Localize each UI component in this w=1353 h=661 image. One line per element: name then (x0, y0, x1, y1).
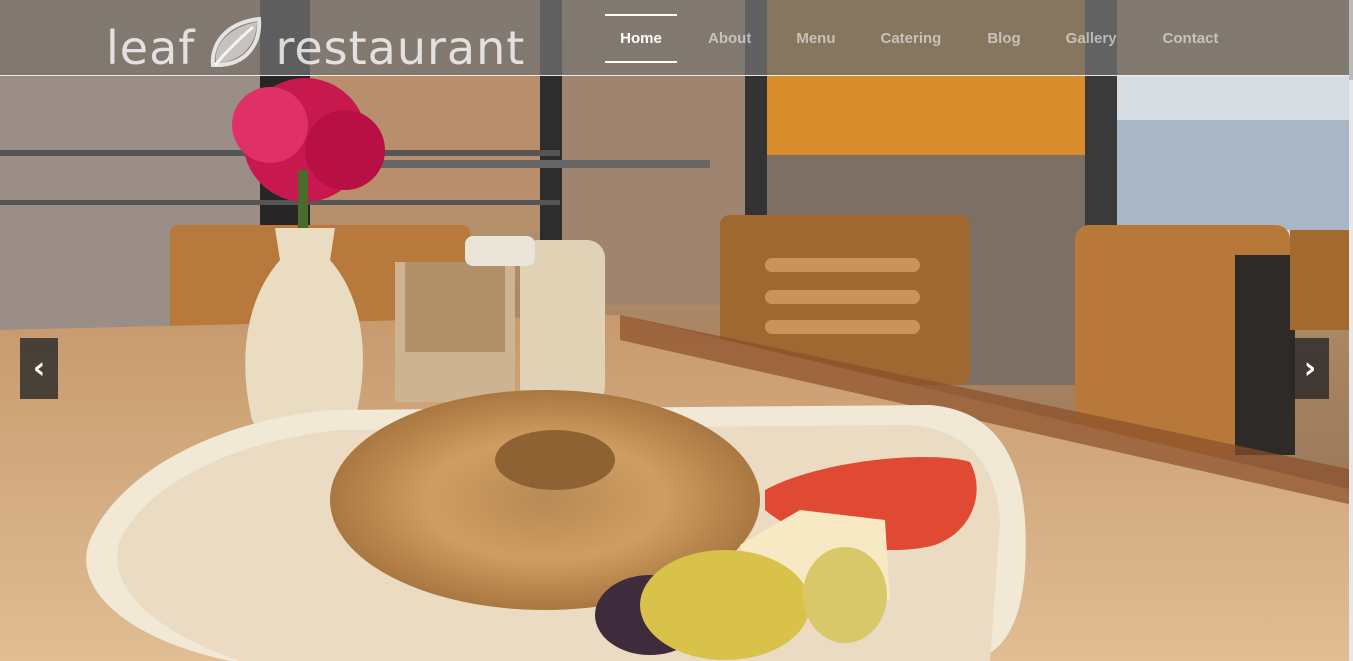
nav-item-label: Home (620, 30, 662, 47)
nav-item-home[interactable]: Home (605, 0, 677, 75)
top-navbar: leaf restaurant Home About Menu Catering… (0, 0, 1349, 76)
main-nav: Home About Menu Catering Blog Gallery Co… (605, 0, 1218, 75)
nav-item-blog[interactable]: Blog (987, 0, 1020, 75)
page-scrollbar[interactable] (1349, 0, 1353, 661)
leaf-icon (211, 16, 262, 67)
slider-next-button[interactable]: › (1291, 338, 1329, 399)
nav-item-label: Gallery (1065, 30, 1117, 47)
nav-item-label: Menu (796, 30, 836, 47)
page-scrollbar-thumb[interactable] (1349, 0, 1353, 80)
nav-item-contact[interactable]: Contact (1163, 0, 1219, 75)
nav-item-menu[interactable]: Menu (796, 0, 835, 75)
nav-item-label: About (708, 30, 752, 47)
nav-item-gallery[interactable]: Gallery (1066, 0, 1117, 75)
hero-slide-image (0, 0, 1353, 661)
logo-text-leaf: leaf (106, 21, 196, 75)
nav-item-label: Blog (987, 30, 1021, 47)
nav-item-label: Catering (880, 30, 942, 47)
slider-prev-button[interactable]: ‹ (20, 338, 58, 399)
site-logo[interactable]: leaf restaurant (106, 16, 526, 78)
chevron-left-icon: ‹ (32, 351, 46, 386)
chevron-right-icon: › (1303, 351, 1317, 386)
nav-item-catering[interactable]: Catering (881, 0, 942, 75)
nav-item-about[interactable]: About (708, 0, 751, 75)
nav-item-label: Contact (1162, 30, 1219, 47)
logo-text-restaurant: restaurant (275, 21, 526, 75)
